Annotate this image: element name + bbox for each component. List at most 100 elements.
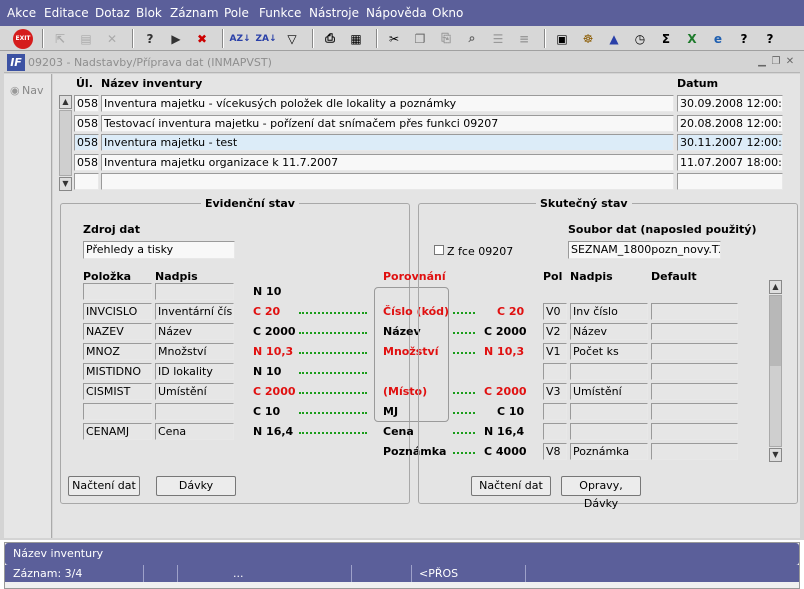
- list-cell-datum[interactable]: 11.07.2007 18:00:00: [677, 153, 783, 171]
- filter-icon[interactable]: ▽: [282, 29, 302, 48]
- skut-scroll-up-icon[interactable]: ▲: [769, 280, 782, 294]
- nav-label[interactable]: Nav: [22, 84, 43, 97]
- paste-icon[interactable]: ⎘: [436, 29, 456, 48]
- list-cell-ul[interactable]: 058: [74, 114, 99, 132]
- query-enter-icon[interactable]: ?: [140, 29, 160, 48]
- list-cell-datum[interactable]: 20.08.2008 12:00:00: [677, 114, 783, 132]
- calculator-icon[interactable]: ▣: [552, 29, 572, 48]
- skut-pol-field[interactable]: V3: [543, 383, 567, 400]
- print-disabled-icon[interactable]: ▤: [76, 29, 96, 48]
- skut-nadpis-field[interactable]: Umístění: [570, 383, 648, 400]
- evid-polozka-field[interactable]: NAZEV: [83, 323, 152, 340]
- list-cell-datum[interactable]: 30.11.2007 12:00:00: [677, 134, 783, 151]
- list-cell-ul[interactable]: 058: [74, 153, 99, 171]
- list-cell-datum[interactable]: [677, 173, 783, 190]
- nav-radio-icon[interactable]: ◉: [10, 84, 20, 97]
- skut-nadpis-field[interactable]: [570, 403, 648, 420]
- help-topics-icon[interactable]: ?: [734, 29, 754, 48]
- evid-polozka-field[interactable]: INVCISLO: [83, 303, 152, 320]
- minimize-icon[interactable]: ▁: [756, 56, 768, 68]
- close-icon[interactable]: ✕: [784, 56, 796, 68]
- evid-polozka-field[interactable]: CISMIST: [83, 383, 152, 400]
- skut-pol-field[interactable]: [543, 423, 567, 440]
- evid-nadpis-field[interactable]: Umístění: [155, 383, 234, 400]
- skut-default-field[interactable]: [651, 383, 738, 400]
- save-icon[interactable]: ⇱: [50, 29, 70, 48]
- list-cell-nazev[interactable]: [101, 173, 674, 190]
- evid-nadpis-field[interactable]: Množství: [155, 343, 234, 360]
- report-icon[interactable]: ▦: [346, 29, 366, 48]
- skut-pol-field[interactable]: [543, 403, 567, 420]
- restore-icon[interactable]: ❐: [770, 56, 782, 68]
- evid-nadpis-field[interactable]: Inventární číslo: [155, 303, 234, 320]
- skut-default-field[interactable]: [651, 363, 738, 380]
- sum-icon[interactable]: Σ: [656, 29, 676, 48]
- list-cell-ul[interactable]: [74, 173, 99, 190]
- list-cell-nazev[interactable]: Testovací inventura majetku - pořízení d…: [101, 114, 674, 132]
- zdroj-field[interactable]: Přehledy a tisky: [83, 241, 235, 259]
- skut-nadpis-field[interactable]: Poznámka: [570, 443, 648, 460]
- nacteni-dat-button-left[interactable]: Načtení dat: [68, 476, 140, 496]
- menu-item-2[interactable]: Dotaz: [95, 6, 130, 20]
- nacteni-dat-button-right[interactable]: Načtení dat: [471, 476, 551, 496]
- evid-polozka-field[interactable]: MISTIDNO: [83, 363, 152, 380]
- davky-button[interactable]: Dávky: [156, 476, 236, 496]
- find-icon[interactable]: ⌕: [462, 29, 482, 48]
- help-icon[interactable]: ?: [760, 29, 780, 48]
- list-scroll-up-icon[interactable]: ▲: [59, 95, 72, 109]
- list-cell-nazev[interactable]: Inventura majetku - vícekusých položek d…: [101, 95, 674, 112]
- query-execute-icon[interactable]: ▶: [166, 29, 186, 48]
- menu-item-4[interactable]: Záznam: [170, 6, 219, 20]
- menu-item-1[interactable]: Editace: [44, 6, 89, 20]
- list-cell-nazev[interactable]: Inventura majetku - test: [101, 134, 674, 151]
- menu-item-9[interactable]: Okno: [432, 6, 463, 20]
- skut-default-field[interactable]: [651, 343, 738, 360]
- skut-pol-field[interactable]: V8: [543, 443, 567, 460]
- skut-nadpis-field[interactable]: [570, 363, 648, 380]
- list-cell-ul[interactable]: 058: [74, 134, 99, 151]
- skut-default-field[interactable]: [651, 403, 738, 420]
- skut-pol-field[interactable]: [543, 363, 567, 380]
- zfce-checkbox[interactable]: [434, 245, 444, 255]
- menu-item-5[interactable]: Pole: [224, 6, 249, 20]
- cancel-disabled-icon[interactable]: ✕: [102, 29, 122, 48]
- exit-button[interactable]: EXIT: [12, 28, 34, 49]
- query-cancel-icon[interactable]: ✖: [192, 29, 212, 48]
- menu-item-6[interactable]: Funkce: [259, 6, 301, 20]
- sort-descending-icon[interactable]: ZA↓: [255, 29, 276, 48]
- evid-polozka-field[interactable]: MNOZ: [83, 343, 152, 360]
- skut-nadpis-field[interactable]: Inv číslo: [570, 303, 648, 320]
- evid-nadpis-field[interactable]: ID lokality: [155, 363, 234, 380]
- skut-pol-field[interactable]: V0: [543, 303, 567, 320]
- evid-nadpis-field[interactable]: [155, 403, 234, 420]
- opravy-davky-button[interactable]: Opravy, Dávky: [561, 476, 641, 510]
- skut-default-field[interactable]: [651, 323, 738, 340]
- browser-icon[interactable]: e: [708, 29, 728, 48]
- list-cell-ul[interactable]: 058: [74, 95, 99, 112]
- skut-nadpis-field[interactable]: Počet ks: [570, 343, 648, 360]
- list-cell-datum[interactable]: 30.09.2008 12:00:00: [677, 95, 783, 112]
- map-icon[interactable]: ▲: [604, 29, 624, 48]
- list-scroll-down-icon[interactable]: ▼: [59, 177, 72, 191]
- cut-icon[interactable]: ✂: [384, 29, 404, 48]
- skut-pol-field[interactable]: V2: [543, 323, 567, 340]
- menu-item-3[interactable]: Blok: [136, 6, 162, 20]
- soubor-field[interactable]: SEZNAM_1800pozn_novy.TXT: [568, 241, 721, 259]
- skut-scroll-down-icon[interactable]: ▼: [769, 448, 782, 462]
- print-icon[interactable]: ⎙: [320, 29, 340, 48]
- list-icon[interactable]: ☰: [488, 29, 508, 48]
- skut-nadpis-field[interactable]: [570, 423, 648, 440]
- evid-polozka-field[interactable]: CENAMJ: [83, 423, 152, 440]
- excel-icon[interactable]: X: [682, 29, 702, 48]
- wheel-icon[interactable]: ☸: [578, 29, 598, 48]
- evid-nadpis-field[interactable]: Název: [155, 323, 234, 340]
- menu-item-8[interactable]: Nápověda: [366, 6, 427, 20]
- skut-default-field[interactable]: [651, 303, 738, 320]
- evid-polozka-field[interactable]: [83, 403, 152, 420]
- menu-item-0[interactable]: Akce: [7, 6, 36, 20]
- sort-ascending-icon[interactable]: AZ↓: [229, 29, 250, 48]
- skut-scroll-thumb[interactable]: [770, 296, 781, 366]
- list-scroll-track[interactable]: [59, 110, 72, 176]
- skut-default-field[interactable]: [651, 443, 738, 460]
- evid-nadpis-field[interactable]: [155, 283, 234, 300]
